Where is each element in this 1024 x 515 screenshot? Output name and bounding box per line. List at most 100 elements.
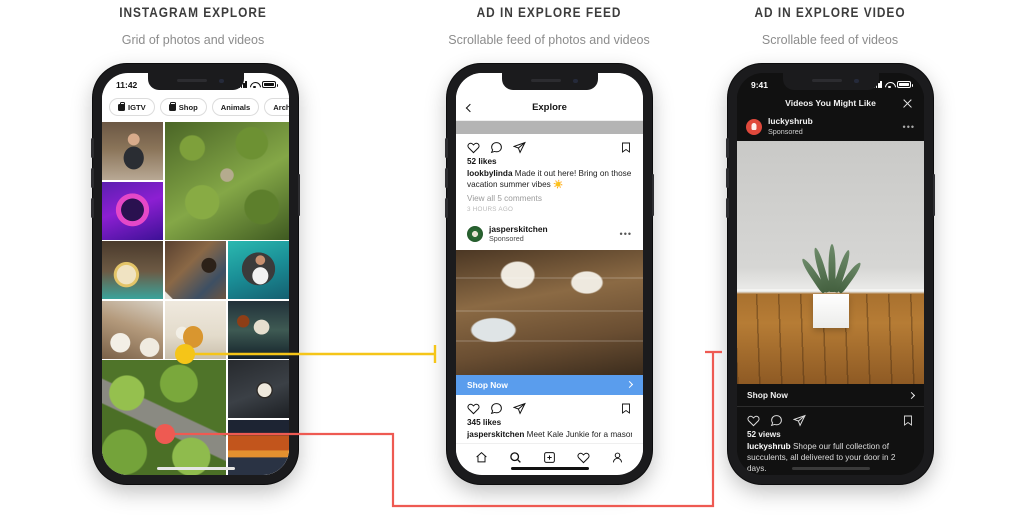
share-icon[interactable] — [793, 414, 806, 427]
status-time: 11:42 — [116, 79, 138, 90]
more-options-icon[interactable]: ••• — [620, 229, 632, 239]
notch — [147, 73, 244, 90]
post-meta-ad: 345 likes jasperskitchen Meet Kale Junki… — [456, 417, 643, 443]
shop-bag-icon — [168, 101, 176, 111]
notch — [782, 73, 879, 90]
grid-cell-polaroid-coffee[interactable] — [164, 241, 227, 299]
ad-photo[interactable] — [456, 249, 643, 375]
share-icon[interactable] — [513, 402, 526, 415]
phone-mockup-ad-video: 9:41 Videos You Might Like luckyshrub Sp… — [726, 64, 935, 484]
add-post-icon[interactable] — [543, 451, 556, 464]
chip-architecture[interactable]: Architecture — [264, 98, 289, 116]
explore-category-chips[interactable]: IGTV Shop Animals Architecture He — [102, 93, 289, 122]
phone3-screen: 9:41 Videos You Might Like luckyshrub Sp… — [737, 73, 924, 475]
explore-feed-header: Explore — [456, 95, 643, 121]
heart-icon[interactable] — [747, 414, 760, 427]
chip-label: Shop — [178, 102, 198, 112]
view-count: 52 views — [747, 430, 781, 440]
previous-post-peek — [456, 121, 643, 134]
bookmark-icon[interactable] — [902, 414, 914, 427]
grid-cell-chopsticks-meal[interactable] — [102, 300, 164, 359]
comment-icon[interactable] — [770, 414, 783, 427]
phone2-screen: Explore 52 likes lookbylinda Made it out… — [456, 73, 643, 475]
grid-cell-sunset-lake[interactable] — [227, 419, 289, 475]
comment-icon[interactable] — [490, 402, 503, 415]
column-subtitle: Scrollable feed of photos and videos — [448, 33, 650, 47]
ad-header: jasperskitchen Sponsored ••• — [456, 218, 643, 250]
heart-icon[interactable] — [467, 402, 480, 415]
like-count: 52 likes — [467, 157, 497, 166]
heart-icon[interactable] — [467, 141, 480, 154]
ad-video-player[interactable] — [737, 141, 924, 385]
phone-mockup-explore: 11:42 IGTV Shop Animals Arch — [91, 64, 300, 484]
avatar[interactable] — [746, 118, 762, 135]
grid-cell-latte-cup[interactable] — [102, 241, 164, 299]
cta-label: Shop Now — [747, 390, 788, 401]
grid-cell-person-at-desk[interactable] — [102, 122, 164, 180]
home-indicator — [791, 466, 870, 470]
column-subtitle: Grid of photos and videos — [121, 33, 265, 47]
close-x-icon[interactable] — [902, 98, 913, 109]
grid-cell-dark-food-flatlay[interactable] — [227, 360, 289, 418]
grid-cell-iced-drink[interactable] — [227, 300, 289, 359]
shop-now-cta[interactable]: Shop Now — [737, 384, 924, 408]
column-title: INSTAGRAM EXPLORE — [119, 5, 267, 20]
igtv-icon — [118, 101, 126, 111]
grid-cell-neon-artwork[interactable] — [102, 181, 164, 240]
chevron-left-icon[interactable] — [465, 103, 475, 112]
phone1-screen: 11:42 IGTV Shop Animals Arch — [102, 73, 289, 475]
caption-author[interactable]: jasperskitchen — [467, 430, 524, 439]
phone-mockup-ad-feed: Explore 52 likes lookbylinda Made it out… — [445, 64, 654, 484]
battery-icon — [262, 81, 279, 88]
notch — [501, 73, 598, 90]
column-title: AD IN EXPLORE VIDEO — [754, 5, 906, 20]
chip-label: Architecture — [273, 102, 289, 112]
caption-author[interactable]: luckyshrub — [747, 442, 791, 451]
wifi-icon — [885, 81, 894, 89]
post-action-bar[interactable] — [737, 407, 924, 431]
grid-cell-pasta-plate[interactable] — [164, 300, 227, 359]
bookmark-icon[interactable] — [620, 141, 632, 154]
grid-cell-teal-portrait[interactable] — [227, 241, 289, 299]
home-indicator — [156, 466, 235, 470]
activity-heart-icon[interactable] — [577, 451, 590, 464]
search-icon[interactable] — [509, 451, 522, 464]
post-caption: lookbylinda Made it out here! Bring on t… — [467, 169, 632, 191]
caption-author[interactable]: lookbylinda — [467, 169, 513, 178]
profile-icon[interactable] — [611, 451, 624, 464]
column-heading-explore: INSTAGRAM EXPLORE Grid of photos and vid… — [33, 5, 353, 47]
share-icon[interactable] — [513, 141, 526, 154]
chevron-right-icon — [625, 381, 634, 389]
chip-igtv[interactable]: IGTV — [109, 98, 155, 116]
home-icon[interactable] — [475, 451, 488, 464]
post-action-bar-top[interactable] — [456, 134, 643, 157]
bookmark-icon[interactable] — [620, 402, 632, 415]
front-camera — [219, 78, 224, 83]
front-camera — [854, 78, 859, 83]
column-title: AD IN EXPLORE FEED — [476, 5, 622, 20]
ad-author-name[interactable]: jasperskitchen — [489, 224, 548, 235]
ad-author-name[interactable]: luckyshrub — [768, 116, 813, 127]
explore-photo-grid[interactable] — [102, 122, 289, 475]
grid-cell-aerial-trees[interactable] — [164, 122, 289, 240]
header-title: Videos You Might Like — [785, 98, 876, 108]
grid-cell-aerial-road[interactable] — [102, 360, 227, 475]
post-action-bar-ad[interactable] — [456, 394, 643, 418]
column-heading-ad-video: AD IN EXPLORE VIDEO Scrollable feed of v… — [670, 5, 990, 47]
column-subtitle: Scrollable feed of videos — [761, 33, 899, 47]
yellow-anchor-dot — [175, 344, 195, 364]
chevron-right-icon — [907, 391, 916, 399]
more-options-icon[interactable]: ••• — [903, 122, 915, 132]
view-comments-link[interactable]: View all 5 comments — [467, 194, 632, 203]
front-camera — [573, 78, 578, 83]
sponsored-label: Sponsored — [489, 234, 524, 244]
chip-animals[interactable]: Animals — [211, 98, 260, 116]
avatar[interactable] — [467, 226, 483, 243]
comment-icon[interactable] — [490, 141, 503, 154]
speaker-grill — [811, 79, 842, 82]
videos-header: Videos You Might Like — [737, 93, 924, 113]
ad-header: luckyshrub Sponsored ••• — [737, 113, 924, 142]
shop-now-cta[interactable]: Shop Now — [456, 374, 643, 395]
like-count: 345 likes — [467, 417, 502, 427]
chip-shop[interactable]: Shop — [159, 98, 207, 116]
